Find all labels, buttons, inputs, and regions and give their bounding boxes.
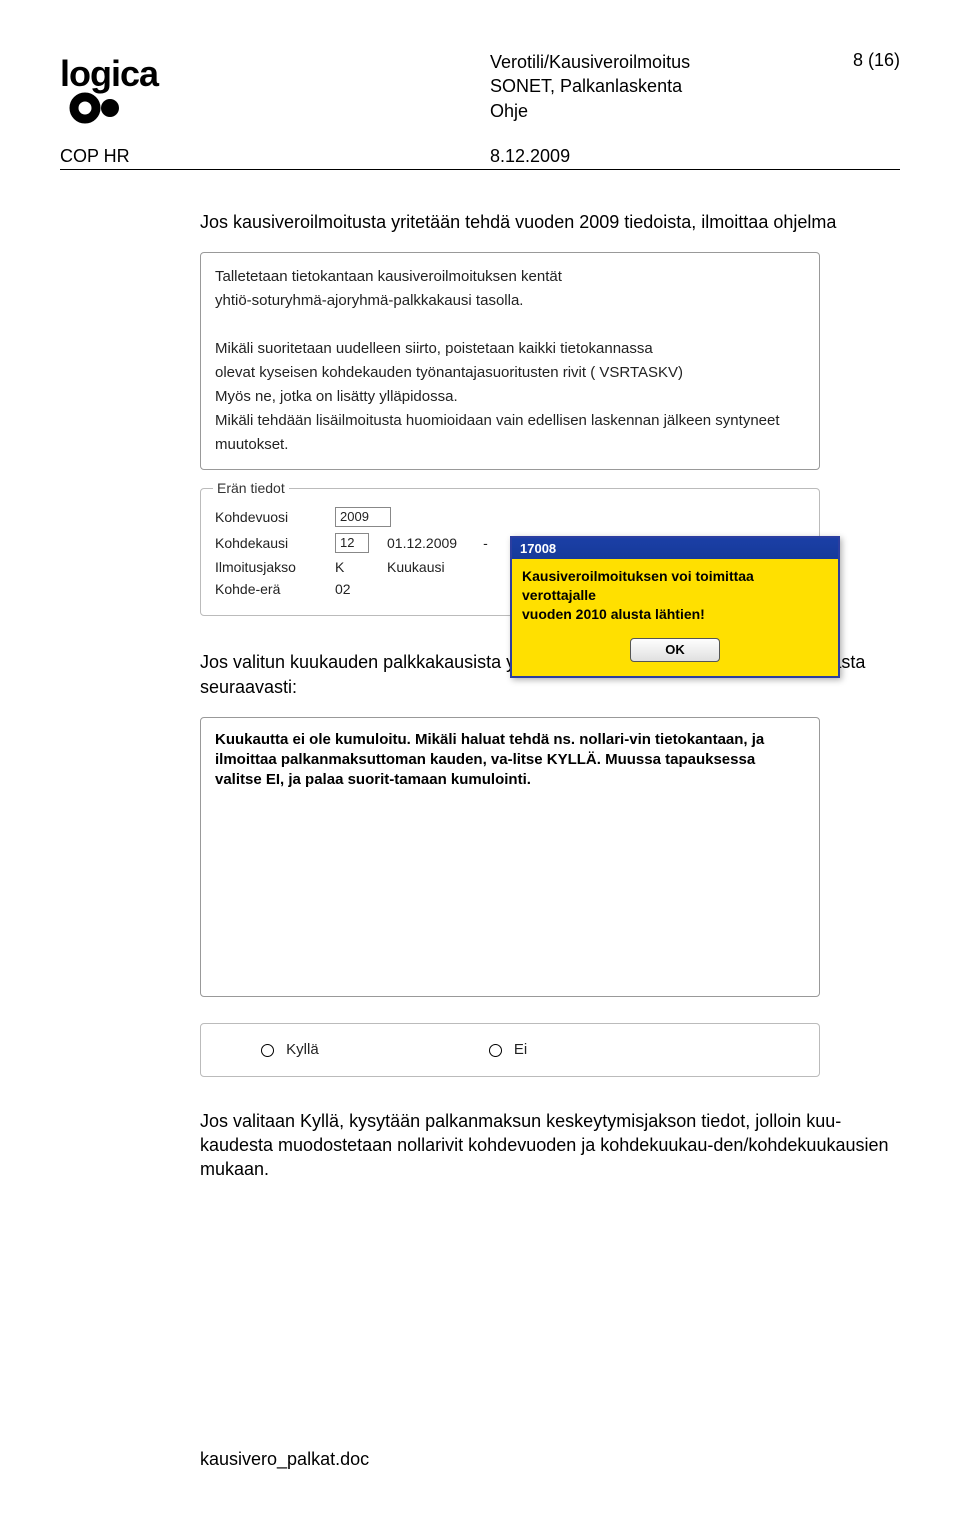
warning-dialog: 17008 Kausiveroilmoituksen voi toimittaa… [510, 536, 840, 678]
header-title: Verotili/Kausiveroilmoitus SONET, Palkan… [230, 50, 820, 123]
panel1-b1-l1: Talletetaan tietokantaan kausiveroilmoit… [215, 265, 805, 289]
ok-button[interactable]: OK [630, 638, 720, 662]
subheader-right: 8.12.2009 [490, 146, 570, 167]
info-panel-2: Kuukautta ei ole kumuloitu. Mikäli halua… [200, 717, 820, 997]
radio-no-label: Ei [514, 1041, 527, 1058]
value-kohde-era: 02 [335, 581, 351, 597]
subheader-left: COP HR [60, 146, 490, 167]
label-kohdevuosi: Kohdevuosi [215, 509, 335, 525]
dialog-title: 17008 [512, 538, 838, 559]
desc-ilmoitusjakso: Kuukausi [387, 559, 445, 575]
radio-yes-label: Kyllä [286, 1041, 319, 1058]
dialog-msg-l2: vuoden 2010 alusta lähtien! [522, 605, 828, 624]
final-paragraph: Jos valitaan Kyllä, kysytään palkanmaksu… [200, 1109, 900, 1182]
date-from: 01.12.2009 [387, 535, 457, 551]
panel1-b1-l2: yhtiö-soturyhmä-ajoryhmä-palkkakausi tas… [215, 289, 805, 313]
panel1-b2-l3: Myös ne, jotka on lisätty ylläpidossa. [215, 385, 805, 409]
label-kohde-era: Kohde-erä [215, 581, 335, 597]
radio-icon [489, 1044, 502, 1057]
header-title-line3: Ohje [490, 99, 820, 123]
intro-paragraph: Jos kausiveroilmoitusta yritetään tehdä … [200, 210, 900, 234]
panel2-msg: Kuukautta ei ole kumuloitu. Mikäli halua… [215, 730, 805, 791]
info-panel-1: Talletetaan tietokantaan kausiveroilmoit… [200, 252, 820, 470]
page-number: 8 (16) [820, 50, 900, 71]
radio-yes[interactable]: Kyllä [261, 1041, 319, 1058]
svg-text:logica: logica [60, 53, 160, 94]
label-kohdekausi: Kohdekausi [215, 535, 335, 551]
footer-filename: kausivero_palkat.doc [200, 1449, 369, 1470]
panel1-b2-l1: Mikäli suoritetaan uudelleen siirto, poi… [215, 337, 805, 361]
label-ilmoitusjakso: Ilmoitusjakso [215, 559, 335, 575]
dialog-msg-l1: Kausiveroilmoituksen voi toimittaa verot… [522, 567, 828, 605]
header-title-line1: Verotili/Kausiveroilmoitus [490, 50, 820, 74]
date-dash: - [483, 535, 488, 551]
radio-icon [261, 1044, 274, 1057]
logo: logica [60, 50, 230, 130]
input-kohdevuosi[interactable]: 2009 [335, 507, 391, 527]
panel1-b2-l2: olevat kyseisen kohdekauden työnantajasu… [215, 361, 805, 385]
input-kohdekausi[interactable]: 12 [335, 533, 369, 553]
radio-group: Kyllä Ei [200, 1023, 820, 1077]
radio-no[interactable]: Ei [489, 1041, 528, 1058]
header-title-line2: SONET, Palkanlaskenta [490, 74, 820, 98]
panel1-b2-l4: Mikäli tehdään lisäilmoitusta huomioidaa… [215, 409, 805, 457]
value-ilmoitusjakso: K [335, 559, 369, 575]
fieldset-legend: Erän tiedot [213, 480, 289, 496]
